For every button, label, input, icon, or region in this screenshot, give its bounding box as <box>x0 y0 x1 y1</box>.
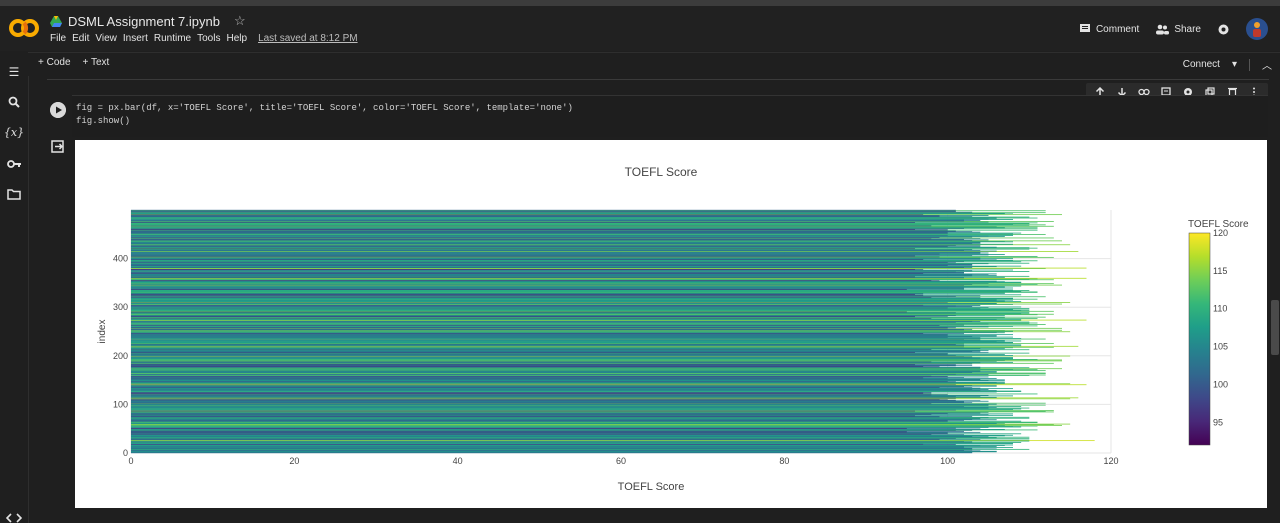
toefl-bar-chart[interactable]: TOEFL Score 0 20 40 60 80 100 120 0 100 200 300 400 T… <box>75 140 1267 508</box>
comment-icon <box>1079 24 1090 32</box>
menu-help[interactable]: Help <box>226 33 247 44</box>
variables-icon[interactable]: {x} <box>4 124 24 140</box>
drive-icon <box>50 15 62 27</box>
colorbar-tick-label: 110 <box>1213 304 1227 314</box>
menu-tools[interactable]: Tools <box>197 33 220 44</box>
menu-edit[interactable]: Edit <box>72 33 89 44</box>
colorbar-tick-label: 95 <box>1213 417 1223 427</box>
left-sidebar: ☰ {x} <box>0 52 29 523</box>
colab-logo-icon[interactable] <box>9 17 39 39</box>
cell-divider <box>47 79 1269 80</box>
colorbar-tick-label: 115 <box>1213 266 1227 276</box>
bars-group <box>131 209 1095 454</box>
chart-title: TOEFL Score <box>625 165 698 179</box>
code-cell[interactable]: fig = px.bar(df, x='TOEFL Score', title=… <box>72 95 1268 137</box>
menu-runtime[interactable]: Runtime <box>154 33 191 44</box>
key-icon[interactable] <box>6 156 22 172</box>
code-line-2: fig.show() <box>76 116 131 126</box>
notebook-toolbar: + Code + Text Connect ▾ ︿ <box>28 52 1280 77</box>
code-line-1: fig = px.bar(df, x='TOEFL Score', title=… <box>76 103 573 113</box>
bar[interactable] <box>131 209 956 211</box>
scrollbar-thumb[interactable] <box>1271 300 1279 355</box>
add-text-button[interactable]: + Text <box>83 57 110 68</box>
colorbar-tick-label: 105 <box>1213 342 1228 352</box>
star-icon[interactable]: ☆ <box>234 13 246 29</box>
code-editor[interactable]: fig = px.bar(df, x='TOEFL Score', title=… <box>76 102 573 128</box>
run-cell-button[interactable] <box>50 102 66 118</box>
comment-label: Comment <box>1095 23 1140 35</box>
header-bar: DSML Assignment 7.ipynb ☆ File Edit View… <box>0 6 1280 51</box>
colorbar <box>1188 232 1211 446</box>
y-tick-label: 300 <box>113 302 128 312</box>
x-tick-label: 120 <box>1103 456 1118 466</box>
y-tick-label: 100 <box>113 399 128 409</box>
share-button[interactable]: Share <box>1155 24 1201 35</box>
x-tick-label: 20 <box>289 456 299 466</box>
connect-button[interactable]: Connect <box>1183 59 1220 70</box>
menu-file[interactable]: File <box>50 33 66 44</box>
x-tick-label: 0 <box>128 456 133 466</box>
chevron-up-icon[interactable]: ︿ <box>1262 57 1272 72</box>
x-tick-label: 100 <box>940 456 955 466</box>
menu-insert[interactable]: Insert <box>123 33 148 44</box>
menu-view[interactable]: View <box>95 33 117 44</box>
x-tick-label: 40 <box>453 456 463 466</box>
gear-icon[interactable] <box>1217 23 1230 36</box>
comment-button[interactable]: Comment <box>1079 23 1139 35</box>
user-avatar-icon <box>1253 22 1261 37</box>
x-axis-label: TOEFL Score <box>618 481 685 493</box>
colorbar-tick-label: 120 <box>1213 228 1228 238</box>
y-tick-label: 200 <box>113 351 128 361</box>
notebook-title[interactable]: DSML Assignment 7.ipynb <box>68 14 220 29</box>
toolbar-divider <box>1249 58 1250 71</box>
y-tick-label: 0 <box>123 448 128 458</box>
code-snippets-icon[interactable] <box>6 513 22 523</box>
x-tick-label: 60 <box>616 456 626 466</box>
output-icon[interactable] <box>50 139 66 155</box>
folder-icon[interactable] <box>6 186 22 202</box>
avatar[interactable] <box>1246 18 1268 40</box>
toc-icon[interactable]: ☰ <box>6 64 22 80</box>
cell-output: TOEFL Score 0 20 40 60 80 100 120 0 100 200 300 400 T… <box>75 140 1267 508</box>
people-icon <box>1156 24 1170 34</box>
share-label: Share <box>1174 23 1201 35</box>
search-icon[interactable] <box>6 94 22 110</box>
y-tick-label: 400 <box>113 254 128 264</box>
last-saved-link[interactable]: Last saved at 8:12 PM <box>258 33 358 44</box>
add-code-button[interactable]: + Code <box>38 57 71 68</box>
colorbar-tick-label: 100 <box>1213 379 1228 389</box>
x-tick-label: 80 <box>779 456 789 466</box>
chevron-down-icon[interactable]: ▾ <box>1232 59 1237 70</box>
menu-bar: File Edit View Insert Runtime Tools Help… <box>50 33 358 44</box>
y-axis-label: index <box>97 320 108 344</box>
